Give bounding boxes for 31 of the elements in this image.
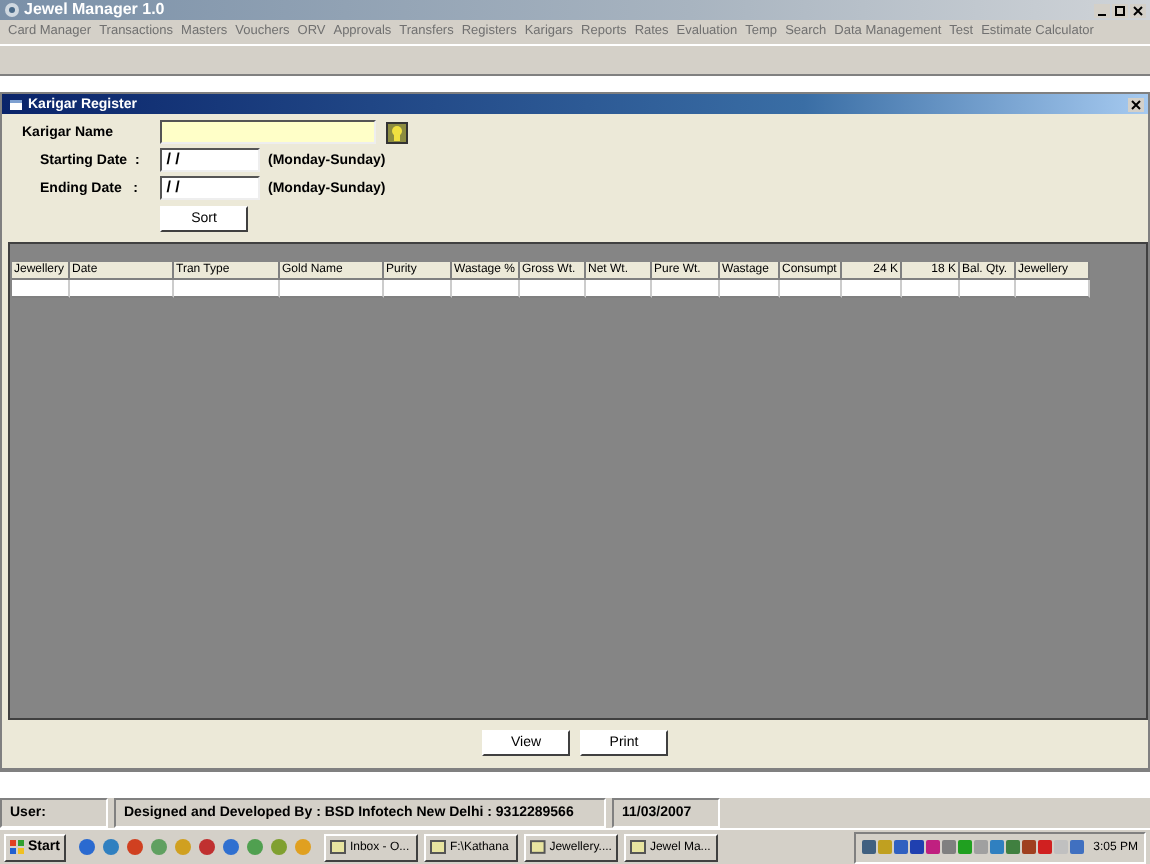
table-cell bbox=[902, 280, 960, 298]
window-icon bbox=[10, 99, 22, 109]
window-icon bbox=[629, 840, 646, 854]
window-icon bbox=[429, 840, 446, 854]
app-icon bbox=[4, 2, 20, 18]
table-cell bbox=[720, 280, 780, 298]
date-field[interactable]: / / bbox=[160, 148, 260, 172]
windows-logo-icon bbox=[10, 840, 24, 854]
table-cell bbox=[586, 280, 652, 298]
table-cell bbox=[12, 280, 70, 298]
table-cell bbox=[452, 280, 520, 298]
table-cell bbox=[1016, 280, 1090, 298]
table-cell bbox=[174, 280, 280, 298]
table-cell bbox=[842, 280, 902, 298]
window-icon bbox=[329, 840, 346, 854]
date-field[interactable]: / / bbox=[160, 176, 260, 200]
close-icon[interactable] bbox=[1130, 3, 1146, 17]
table-cell bbox=[780, 280, 842, 298]
minimize-icon[interactable] bbox=[1094, 3, 1110, 17]
table-cell bbox=[652, 280, 720, 298]
restore-icon[interactable] bbox=[1112, 3, 1128, 17]
table-cell bbox=[70, 280, 174, 298]
table-cell bbox=[280, 280, 384, 298]
close-icon[interactable] bbox=[1128, 97, 1144, 111]
table-cell bbox=[384, 280, 452, 298]
window-title: Jewel Manager 1.0 bbox=[24, 0, 165, 20]
karigar-name-field[interactable] bbox=[160, 120, 376, 144]
table-cell bbox=[960, 280, 1016, 298]
window-icon bbox=[529, 840, 546, 854]
table-cell bbox=[520, 280, 586, 298]
lookup-icon[interactable] bbox=[386, 121, 408, 143]
